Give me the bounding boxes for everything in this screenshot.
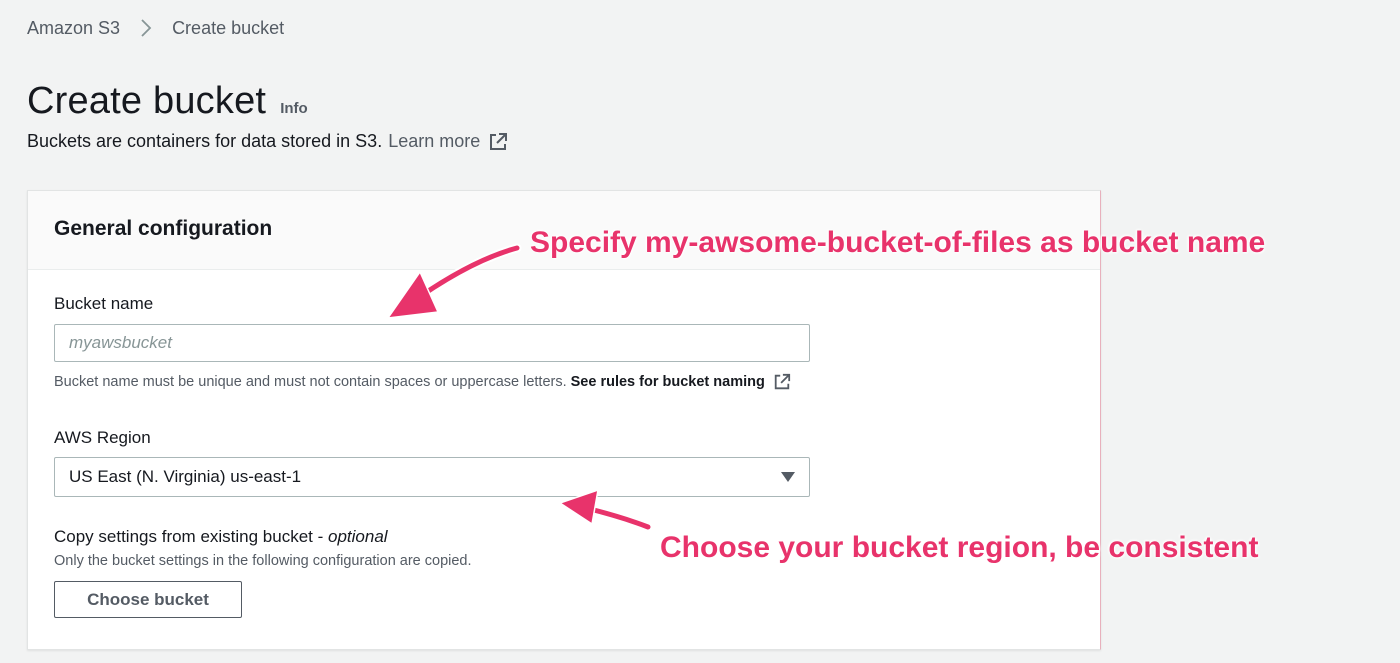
copy-settings-label: Copy settings from existing bucket - opt… — [54, 527, 388, 547]
aws-region-select[interactable]: US East (N. Virginia) us-east-1 — [54, 457, 810, 497]
breadcrumb-amazon-s3[interactable]: Amazon S3 — [27, 18, 120, 39]
breadcrumb-current: Create bucket — [172, 17, 285, 38]
copy-settings-description: Only the bucket settings in the followin… — [54, 553, 472, 569]
bucket-name-hint-text: Bucket name must be unique and must not … — [54, 374, 567, 390]
bucket-name-label: Bucket name — [54, 294, 154, 313]
choose-bucket-button[interactable]: Choose bucket — [54, 581, 242, 618]
page-description-text: Buckets are containers for data stored i… — [27, 131, 383, 151]
copy-settings-label-text: Copy settings from existing bucket - — [54, 527, 324, 546]
chevron-right-icon — [138, 17, 154, 39]
bucket-name-annotation: Specify my-awsome-bucket-of-files as buc… — [530, 226, 1266, 259]
bucket-name-hint: Bucket name must be unique and must not … — [54, 373, 791, 391]
external-link-icon[interactable] — [488, 132, 508, 152]
external-link-icon[interactable] — [773, 373, 791, 391]
page-description: Buckets are containers for data stored i… — [27, 131, 508, 152]
breadcrumb: Amazon S3 Create bucket — [27, 17, 284, 39]
info-link[interactable]: Info — [280, 100, 308, 117]
caret-down-icon — [781, 472, 795, 482]
aws-region-label: AWS Region — [54, 428, 151, 447]
page-header: Create bucket Info — [27, 80, 308, 123]
aws-region-selected-value: US East (N. Virginia) us-east-1 — [69, 467, 302, 486]
optional-tag: optional — [328, 527, 388, 546]
learn-more-link[interactable]: Learn more — [388, 131, 480, 152]
bucket-naming-rules-link[interactable]: See rules for bucket naming — [571, 374, 765, 390]
bucket-name-input[interactable] — [54, 324, 810, 362]
page-title: Create bucket — [27, 80, 267, 122]
region-annotation: Choose your bucket region, be consistent — [660, 531, 1259, 564]
panel-title: General configuration — [54, 217, 273, 240]
